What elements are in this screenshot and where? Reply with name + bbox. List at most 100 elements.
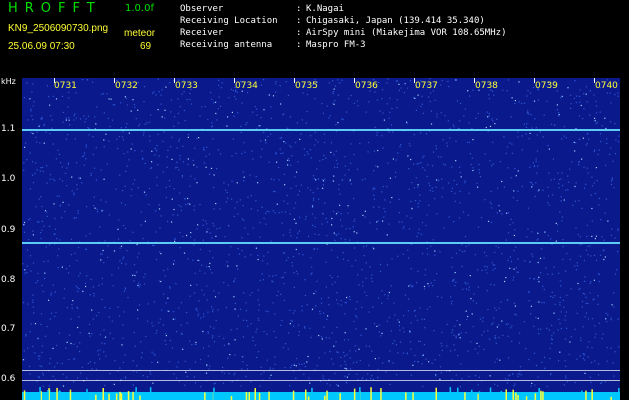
bottom-activity-spike <box>248 392 250 400</box>
antenna-value: Maspro FM-3 <box>306 40 366 50</box>
bottom-activity-spike <box>464 392 466 400</box>
bottom-activity-spike <box>542 391 544 400</box>
bottom-activity-spike <box>515 392 517 400</box>
x-tick-label: 0732 <box>115 81 138 91</box>
spectrogram-canvas <box>22 78 620 400</box>
bottom-activity-spike <box>505 389 507 400</box>
x-tick-label: 0733 <box>175 81 198 91</box>
bottom-activity-spike <box>380 388 382 400</box>
bottom-activity-spike <box>56 387 58 400</box>
colon: : <box>296 4 302 14</box>
location-label: Receiving Location <box>180 16 278 26</box>
bottom-activity-spike <box>245 392 248 400</box>
bottom-activity-bar <box>22 392 620 400</box>
x-tick-label: 0739 <box>535 81 558 91</box>
reference-line-a <box>22 370 620 371</box>
colon: : <box>296 28 302 38</box>
bottom-activity-spike <box>127 391 130 400</box>
y-tick-label: 0.9 <box>1 225 16 235</box>
bottom-activity-spike <box>86 388 88 400</box>
header-panel: HROFFT 1.0.0f KN9_2506090730.png meteor … <box>0 0 629 78</box>
bottom-activity-spike <box>618 388 620 400</box>
y-tick-label: 0.6 <box>1 374 16 384</box>
bottom-activity-spike <box>311 387 313 400</box>
bottom-activity-spike <box>475 394 477 400</box>
mode-label: meteor <box>124 28 156 39</box>
carrier-line-upper <box>22 129 620 131</box>
bottom-activity-spike <box>307 396 310 400</box>
reference-line-b <box>22 380 620 381</box>
x-tick-label: 0731 <box>54 81 77 91</box>
bottom-activity-spike <box>457 387 459 400</box>
bottom-activity-spike <box>254 388 256 400</box>
bottom-activity-spike <box>534 393 537 400</box>
carrier-line-lower <box>22 242 620 244</box>
bottom-activity-spike <box>412 392 414 400</box>
receiver-value: AirSpy mini (Miakejima VOR 108.65MHz) <box>306 28 507 38</box>
bottom-activity-spike <box>370 387 372 400</box>
bottom-activity-spike <box>540 390 542 400</box>
bottom-activity-spike <box>359 387 361 400</box>
bottom-activity-spike <box>330 395 332 400</box>
bottom-activity-spike <box>326 390 328 400</box>
bottom-activity-spike <box>241 393 243 400</box>
datetime-label: 25.06.09 07:30 <box>8 41 75 52</box>
bottom-activity-spike <box>204 392 206 400</box>
bottom-activity-spike <box>79 392 82 400</box>
bottom-activity-spike <box>305 389 307 400</box>
noise-background <box>22 78 620 400</box>
bottom-activity-spike <box>449 387 452 400</box>
colon: : <box>296 40 302 50</box>
location-value: Chigasaki, Japan (139.414 35.340) <box>306 16 485 26</box>
bottom-activity-spike <box>353 388 356 400</box>
bottom-activity-spike <box>339 393 341 400</box>
x-tick-label: 0738 <box>475 81 498 91</box>
bottom-activity-spike <box>119 391 121 400</box>
x-tick-label: 0740 <box>595 81 618 91</box>
bottom-activity-spike <box>292 390 295 400</box>
bottom-activity-spike <box>182 396 184 400</box>
x-tick-label: 0737 <box>415 81 438 91</box>
bottom-activity-spike <box>591 389 593 400</box>
bottom-activity-spike <box>525 396 528 400</box>
bottom-activity-spike <box>471 389 473 400</box>
bottom-activity-spike <box>139 395 141 400</box>
bottom-activity-spike <box>108 393 110 400</box>
bottom-activity-spike <box>115 393 118 400</box>
bottom-activity-spike <box>58 390 61 400</box>
bottom-activity-spike <box>213 387 215 400</box>
bottom-activity-spike <box>47 390 49 400</box>
bottom-activity-spike <box>262 392 264 400</box>
y-tick-label: 1.0 <box>1 174 16 184</box>
app-title: HROFFT <box>8 1 102 16</box>
bottom-activity-spike <box>324 395 326 400</box>
bottom-activity-spike <box>135 387 137 400</box>
bottom-activity-spike <box>39 387 41 400</box>
bottom-activity-spike <box>428 395 431 400</box>
observer-value: K.Nagai <box>306 4 344 14</box>
bottom-activity-spike <box>95 394 97 400</box>
receiver-label: Receiver <box>180 28 224 38</box>
bottom-activity-spike <box>538 395 540 400</box>
version-label: 1.0.0f <box>125 3 154 14</box>
y-tick-label: 0.8 <box>1 275 16 285</box>
detection-count: 69 <box>140 41 152 52</box>
bottom-activity-spike <box>500 390 503 400</box>
bottom-activity-spike <box>102 388 104 400</box>
bottom-activity-spike <box>435 387 437 400</box>
y-tick-label: 0.7 <box>1 324 16 334</box>
bottom-activity-spike <box>316 393 319 400</box>
bottom-activity-spike <box>512 389 514 400</box>
bottom-activity-spike <box>581 393 583 400</box>
y-axis-unit: kHz <box>1 77 16 86</box>
colon: : <box>296 16 302 26</box>
bottom-activity-spike <box>268 391 270 400</box>
bottom-activity-spike <box>149 387 152 400</box>
bottom-activity-spike <box>132 391 134 400</box>
spectrogram-plot <box>22 78 620 400</box>
bottom-activity-spike <box>478 391 481 400</box>
bottom-activity-spike <box>42 392 45 400</box>
observer-label: Observer <box>180 4 224 14</box>
bottom-activity-spike <box>266 394 268 400</box>
bottom-activity-spike <box>258 392 261 400</box>
